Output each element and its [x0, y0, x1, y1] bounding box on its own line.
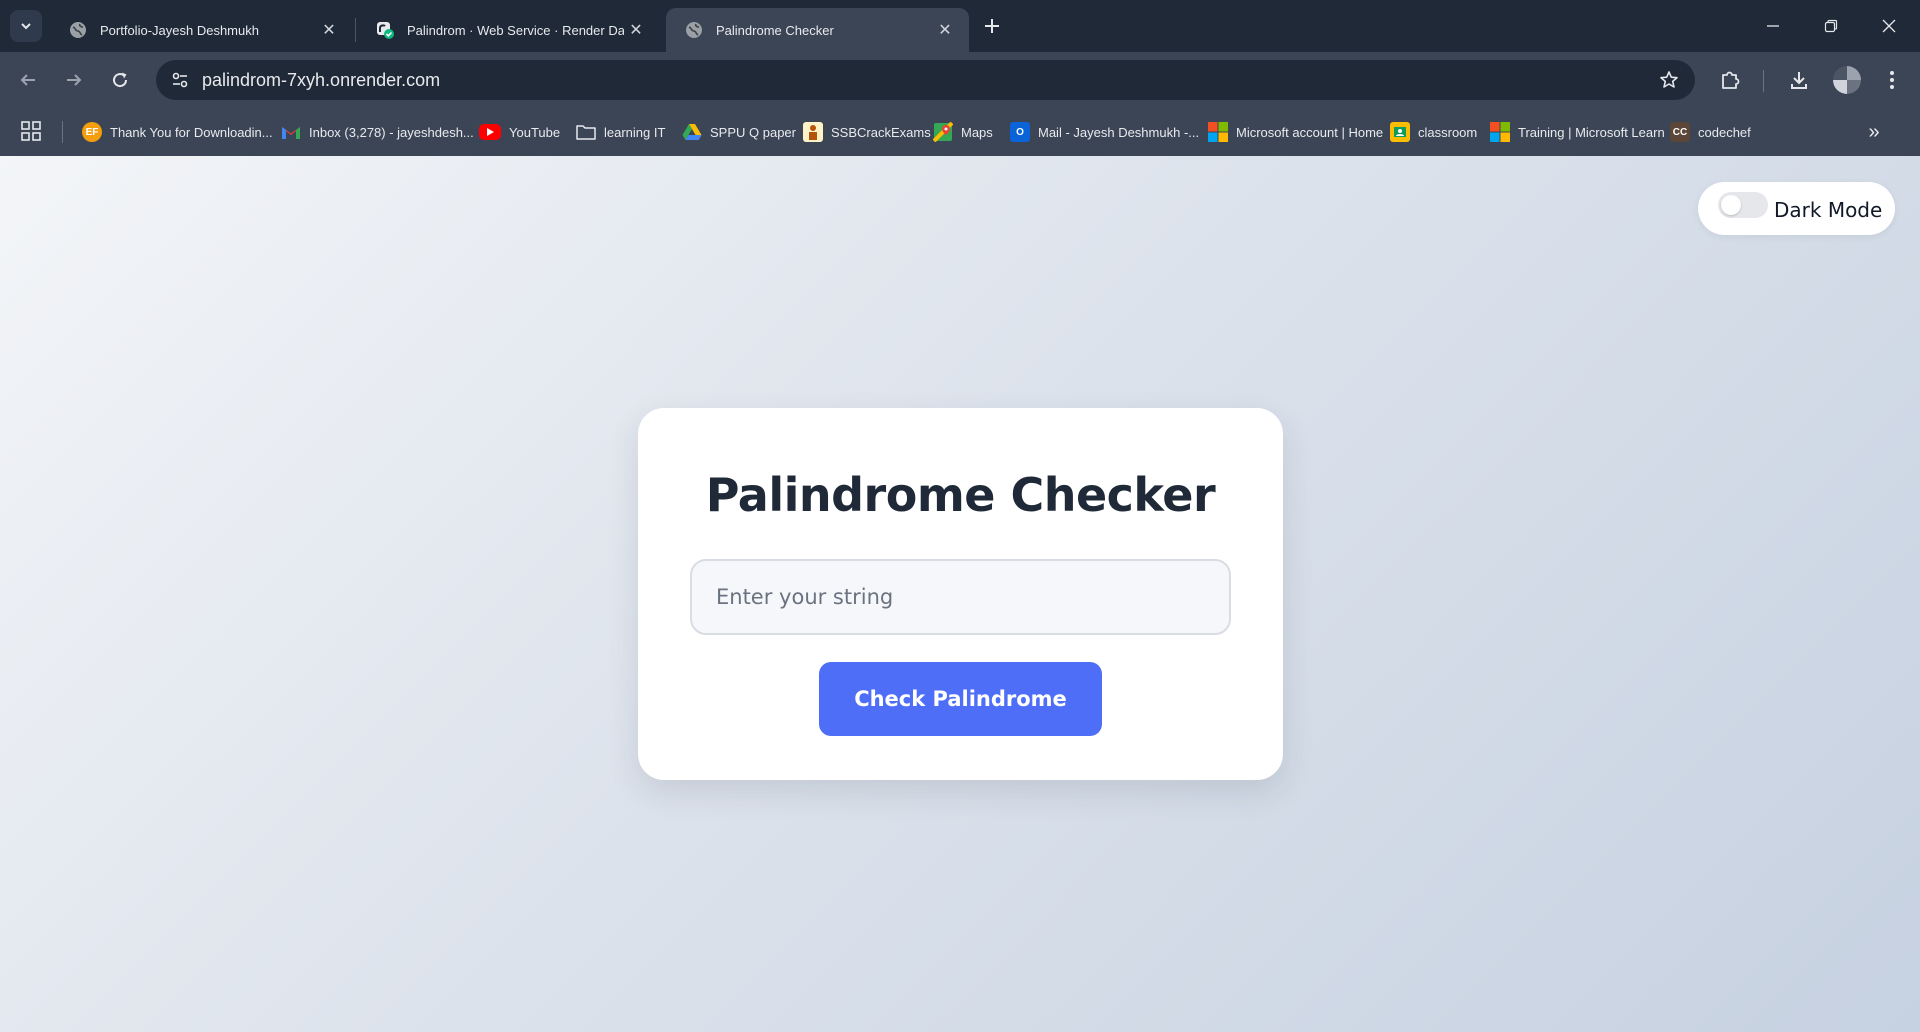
ef-icon: EF: [82, 122, 102, 142]
bookmark-item[interactable]: learning IT: [576, 120, 665, 144]
tab-title: Palindrom · Web Service · Render Dashboa…: [407, 22, 624, 38]
minimize-icon: [1767, 25, 1779, 27]
minimize-button[interactable]: [1744, 0, 1802, 52]
bookmark-label: Maps: [961, 124, 993, 140]
bookmark-label: SPPU Q paper: [710, 124, 796, 140]
apps-grid-icon[interactable]: [20, 120, 44, 144]
more-vertical-icon: [1890, 71, 1894, 89]
dark-mode-toggle[interactable]: Dark Mode: [1698, 182, 1895, 235]
new-tab-button[interactable]: [976, 10, 1008, 42]
bookmark-item[interactable]: O Mail - Jayesh Deshmukh -...: [1010, 120, 1199, 144]
close-icon[interactable]: ✕: [317, 18, 341, 42]
bookmark-item[interactable]: SPPU Q paper: [682, 120, 796, 144]
drive-icon: [682, 122, 702, 142]
bookmark-label: Thank You for Downloadin...: [110, 124, 273, 140]
tab-portfolio[interactable]: Portfolio-Jayesh Deshmukh ✕: [50, 8, 353, 52]
bookmark-star-icon[interactable]: [1657, 68, 1681, 92]
address-bar[interactable]: palindrom-7xyh.onrender.com: [156, 60, 1695, 100]
puzzle-icon: [1722, 71, 1740, 89]
bookmark-item[interactable]: EF Thank You for Downloadin...: [82, 120, 273, 144]
bookmark-label: learning IT: [604, 124, 666, 140]
bookmark-item[interactable]: Inbox (3,278) - jayeshdesh...: [281, 120, 474, 144]
profile-avatar[interactable]: [1833, 66, 1861, 94]
reload-button[interactable]: [104, 64, 136, 96]
reload-icon: [113, 72, 128, 88]
youtube-icon: [479, 124, 501, 140]
restore-icon: [1824, 19, 1838, 33]
maps-icon: [933, 122, 953, 142]
render-icon: [375, 20, 395, 40]
gmail-icon: [281, 122, 301, 142]
browser-menu-button[interactable]: [1876, 64, 1908, 96]
bookmark-item[interactable]: classroom: [1390, 120, 1477, 144]
bookmark-item[interactable]: Microsoft account | Home: [1208, 120, 1383, 144]
plus-icon: [985, 19, 999, 33]
close-window-button[interactable]: [1860, 0, 1918, 52]
bookmark-item[interactable]: Maps: [933, 120, 993, 144]
forward-button[interactable]: [58, 64, 90, 96]
check-palindrome-button[interactable]: Check Palindrome: [819, 662, 1102, 736]
bookmark-label: SSBCrackExams: [831, 124, 931, 140]
string-input[interactable]: [690, 559, 1231, 635]
chevron-double-right-icon[interactable]: »: [1862, 120, 1886, 144]
tab-render-dashboard[interactable]: Palindrom · Web Service · Render Dashboa…: [357, 8, 660, 52]
bookmark-label: Training | Microsoft Learn: [1518, 124, 1665, 140]
restore-button[interactable]: [1802, 0, 1860, 52]
downloads-button[interactable]: [1783, 64, 1815, 96]
bookmark-item[interactable]: SSBCrackExams: [803, 120, 931, 144]
tab-search-button[interactable]: [10, 10, 42, 42]
folder-icon: [576, 122, 596, 142]
toggle-knob: [1721, 194, 1741, 215]
dark-mode-label: Dark Mode: [1774, 197, 1883, 222]
page-title: Palindrome Checker: [705, 468, 1216, 522]
bookmark-label: Microsoft account | Home: [1236, 124, 1384, 140]
back-button[interactable]: [12, 64, 44, 96]
bookmark-label: YouTube: [509, 124, 561, 140]
url-text: palindrom-7xyh.onrender.com: [202, 69, 441, 90]
toggle-switch[interactable]: [1718, 191, 1768, 218]
close-icon[interactable]: ✕: [933, 18, 957, 42]
bookmarks-bar: EF Thank You for Downloadin... Inbox (3,…: [0, 108, 1920, 156]
bookmark-label: Mail - Jayesh Deshmukh -...: [1038, 124, 1200, 140]
extensions-button[interactable]: [1714, 64, 1746, 96]
toolbar-divider: [1763, 70, 1764, 92]
bookmarks-divider: [62, 121, 63, 143]
download-icon: [1791, 72, 1807, 89]
microsoft-icon: [1490, 122, 1510, 142]
chevron-down-icon: [21, 23, 31, 30]
forward-arrow-icon: [67, 74, 82, 86]
bookmark-item[interactable]: YouTube: [479, 120, 560, 144]
microsoft-icon: [1208, 122, 1228, 142]
tab-title: Portfolio-Jayesh Deshmukh: [100, 22, 259, 38]
globe-icon: [68, 20, 88, 40]
outlook-icon: O: [1010, 122, 1030, 142]
palindrome-card: Palindrome Checker Check Palindrome: [638, 408, 1283, 780]
close-icon: [1882, 19, 1896, 33]
classroom-icon: [1390, 122, 1410, 142]
tab-divider: [355, 18, 356, 42]
codechef-icon: CC: [1670, 122, 1690, 142]
bookmark-label: classroom: [1418, 124, 1478, 140]
ssb-icon: [803, 122, 823, 142]
browser-toolbar: palindrom-7xyh.onrender.com: [0, 52, 1920, 108]
bookmark-label: codechef: [1698, 124, 1751, 140]
bookmark-item[interactable]: CC codechef: [1670, 120, 1751, 144]
tab-palindrome-checker[interactable]: Palindrome Checker ✕: [666, 8, 969, 52]
bookmark-label: Inbox (3,278) - jayeshdesh...: [309, 124, 474, 140]
site-info-icon[interactable]: [160, 60, 200, 100]
page-viewport: Dark Mode Palindrome Checker Check Palin…: [0, 156, 1920, 1032]
close-icon[interactable]: ✕: [624, 18, 648, 42]
back-arrow-icon: [20, 74, 35, 86]
tab-title: Palindrome Checker: [716, 22, 834, 38]
tab-strip: Portfolio-Jayesh Deshmukh ✕ Palindrom · …: [0, 0, 1920, 52]
bookmark-item[interactable]: Training | Microsoft Learn: [1490, 120, 1665, 144]
globe-icon: [684, 20, 704, 40]
